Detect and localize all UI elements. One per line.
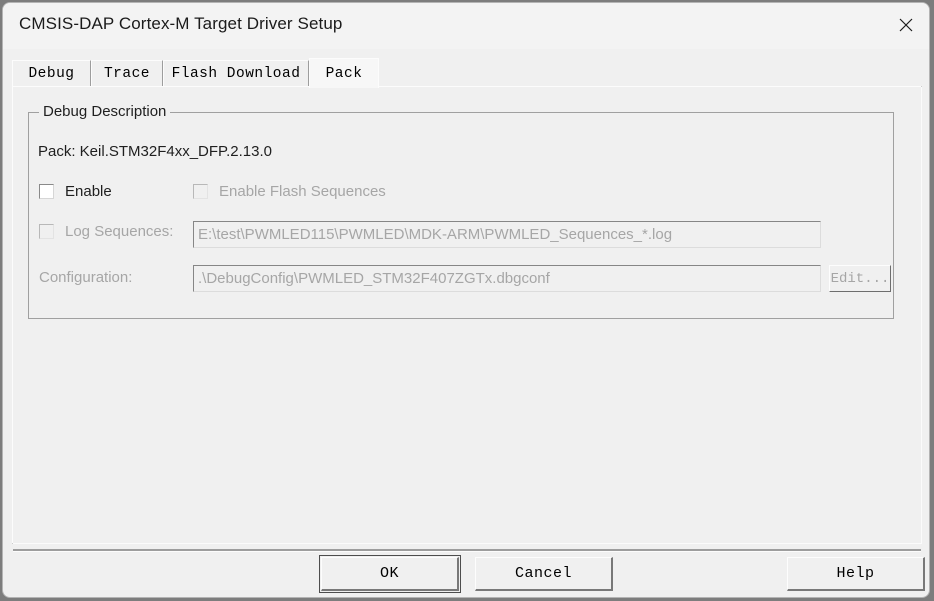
debug-description-group-title: Debug Description — [39, 103, 171, 120]
log-sequences-checkbox — [39, 224, 54, 239]
ok-button[interactable]: OK — [319, 555, 461, 593]
enable-checkbox-row[interactable]: Enable — [39, 183, 112, 200]
close-icon[interactable] — [883, 3, 929, 47]
footer-separator — [13, 549, 921, 552]
tab-panel-pack: Debug Description Pack: Keil.STM32F4xx_D… — [12, 86, 922, 544]
tab-pack-label: Pack — [325, 65, 363, 82]
cancel-button-label: Cancel — [514, 565, 572, 582]
configuration-label: Configuration: — [39, 269, 133, 286]
dialog-window: CMSIS-DAP Cortex-M Target Driver Setup D… — [2, 2, 930, 598]
tab-strip: Debug Trace Flash Download Pack — [12, 58, 924, 88]
tab-debug[interactable]: Debug — [12, 60, 91, 87]
edit-button: Edit... — [829, 265, 891, 292]
ok-button-label: OK — [379, 565, 399, 582]
cancel-button[interactable]: Cancel — [475, 557, 613, 591]
configuration-input: .\DebugConfig\PWMLED_STM32F407ZGTx.dbgco… — [193, 265, 821, 292]
tab-flash-download-label: Flash Download — [171, 66, 301, 82]
dialog-title: CMSIS-DAP Cortex-M Target Driver Setup — [19, 14, 343, 33]
log-sequences-checkbox-row: Log Sequences: — [39, 223, 173, 240]
edit-button-label: Edit... — [830, 270, 890, 287]
title-bar: CMSIS-DAP Cortex-M Target Driver Setup — [3, 3, 929, 49]
enable-checkbox[interactable] — [39, 184, 54, 199]
help-button[interactable]: Help — [787, 557, 925, 591]
tab-flash-download[interactable]: Flash Download — [163, 60, 309, 87]
tab-pack[interactable]: Pack — [309, 58, 379, 88]
tab-trace-label: Trace — [103, 66, 150, 82]
debug-description-group: Debug Description Pack: Keil.STM32F4xx_D… — [28, 103, 894, 319]
tab-trace[interactable]: Trace — [91, 60, 163, 87]
enable-flash-sequences-checkbox-label: Enable Flash Sequences — [219, 183, 386, 200]
enable-checkbox-label: Enable — [65, 183, 112, 200]
tab-debug-label: Debug — [28, 66, 75, 82]
log-sequences-input-value: E:\test\PWMLED115\PWMLED\MDK-ARM\PWMLED_… — [198, 226, 673, 243]
enable-flash-sequences-checkbox — [193, 184, 208, 199]
log-sequences-input: E:\test\PWMLED115\PWMLED\MDK-ARM\PWMLED_… — [193, 221, 821, 248]
log-sequences-checkbox-label: Log Sequences: — [65, 223, 174, 240]
help-button-label: Help — [836, 565, 875, 582]
configuration-input-value: .\DebugConfig\PWMLED_STM32F407ZGTx.dbgco… — [198, 270, 550, 287]
enable-flash-sequences-checkbox-row: Enable Flash Sequences — [193, 183, 386, 200]
pack-version-label: Pack: Keil.STM32F4xx_DFP.2.13.0 — [38, 143, 272, 160]
